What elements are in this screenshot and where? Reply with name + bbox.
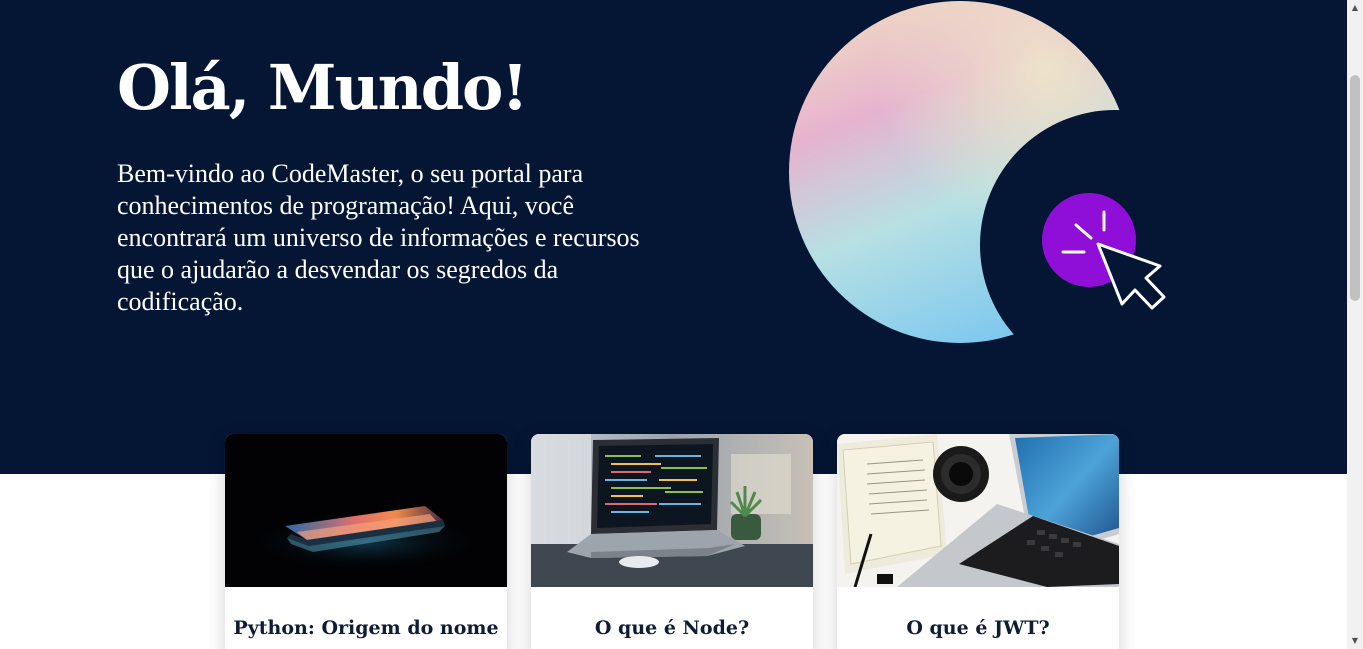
scroll-down-arrow[interactable]: ▼ [1347, 633, 1363, 649]
article-card[interactable]: O que é JWT? [837, 434, 1119, 649]
card-image-laptop-dark [225, 434, 507, 587]
card-title[interactable]: O que é Node? [531, 587, 813, 639]
article-card[interactable]: O que é Node? [531, 434, 813, 649]
scroll-up-arrow[interactable]: ▲ [1347, 0, 1363, 16]
card-image-laptop-camera [837, 434, 1119, 587]
card-title[interactable]: O que é JWT? [837, 587, 1119, 639]
card-title[interactable]: Python: Origem do nome [225, 587, 507, 639]
article-card[interactable]: Python: Origem do nome [225, 434, 507, 649]
article-cards: Python: Origem do nome O que é Node? O q… [0, 0, 1347, 649]
scrollbar-thumb[interactable] [1350, 75, 1360, 301]
vertical-scrollbar[interactable]: ▲ ▼ [1347, 0, 1363, 649]
page: Olá, Mundo! Bem-vindo ao CodeMaster, o s… [0, 0, 1363, 649]
card-image-laptop-code [531, 434, 813, 587]
